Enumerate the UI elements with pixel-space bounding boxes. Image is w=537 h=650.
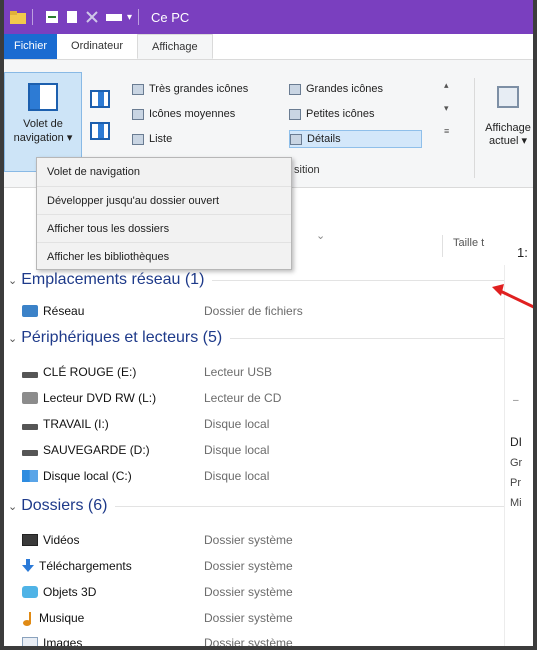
details-dash: – [513,395,519,406]
medium-icons-icon [132,108,144,120]
menu-item-developper[interactable]: Développer jusqu'au dossier ouvert [37,186,291,214]
details-label-4: Mi [510,497,522,509]
list-item[interactable]: Musique Dossier système [22,607,502,629]
details-label-1: DI [510,435,522,449]
layout-large-icons[interactable]: Grandes icônes [289,80,383,98]
delete-icon[interactable] [85,10,99,24]
tab-ordinateur[interactable]: Ordinateur [57,34,137,59]
title-separator-2 [138,9,140,25]
navigation-pane-icon [28,83,58,111]
3d-objects-icon [22,586,38,598]
details-pane-icon[interactable] [90,122,110,140]
layout-very-large-icons[interactable]: Très grandes icônes [132,80,248,98]
window-title: Ce PC [151,9,190,25]
quick-access-dropdown-icon[interactable]: ▾ [127,12,132,23]
tab-affichage[interactable]: Affichage [137,34,213,59]
large-icons-icon [289,83,301,95]
layout-details[interactable]: Détails [289,130,422,148]
chevron-down-icon[interactable]: ▾ [444,103,458,114]
layout-list[interactable]: Liste [132,130,172,148]
hard-drive-icon [22,424,38,430]
chevron-down-icon: ⌄ [8,332,18,345]
group-title: Emplacements réseau (1) [21,271,205,288]
network-icon [22,305,38,317]
title-separator [32,9,33,25]
ribbon-tabs: Fichier Ordinateur Affichage [4,34,533,60]
menu-item-tous-dossiers[interactable]: Afficher tous les dossiers [37,214,291,242]
details-value: 1: [517,245,528,260]
menu-item-volet-navigation[interactable]: Volet de navigation [37,158,291,186]
sort-chevron-icon[interactable]: ⌄ [316,229,325,242]
group-devices[interactable]: ⌄ Périphériques et lecteurs (5) [8,329,504,347]
current-view-icon [497,86,519,108]
group-title: Dossiers (6) [21,497,108,514]
group-network[interactable]: ⌄ Emplacements réseau (1) [8,271,504,289]
list-item[interactable]: Disque local (C:) Disque local [22,465,502,487]
details-label-3: Pr [510,477,521,489]
list-item[interactable]: Lecteur DVD RW (L:) Lecteur de CD [22,387,502,409]
list-item[interactable]: CLÉ ROUGE (E:) Lecteur USB [22,361,502,383]
disposition-group-label: sition [294,164,320,176]
column-separator[interactable] [442,235,443,257]
navigation-pane-label-2: navigation ▾ [13,132,73,144]
list-icon [132,133,144,145]
details-label-2: Gr [510,457,523,469]
group-divider [115,505,504,507]
hard-drive-icon [22,450,38,456]
system-drive-icon [22,470,38,482]
annotation-arrow-icon [492,284,533,309]
small-icons-icon [289,108,301,120]
more-icon[interactable]: ≡ [444,126,458,136]
new-folder-icon[interactable] [65,10,79,24]
layout-small-icons[interactable]: Petites icônes [289,105,374,123]
chevron-down-icon: ⌄ [8,274,18,287]
file-list: ⌄ Emplacements réseau (1) Réseau Dossier… [4,265,504,646]
layout-gallery-scroll[interactable]: ▴ ▾ ≡ [444,80,458,150]
list-item[interactable]: TRAVAIL (I:) Disque local [22,413,502,435]
list-item[interactable]: Images Dossier système [22,632,502,646]
download-icon [22,559,34,573]
list-item[interactable]: Réseau Dossier de fichiers [22,300,502,322]
list-item[interactable]: SAUVEGARDE (D:) Disque local [22,439,502,461]
navigation-pane-menu: Volet de navigation Développer jusqu'au … [36,157,292,270]
group-divider [212,279,504,281]
list-item[interactable]: Vidéos Dossier système [22,529,502,551]
images-folder-icon [22,637,38,646]
group-divider [230,337,504,339]
list-item[interactable]: Objets 3D Dossier système [22,581,502,603]
navigation-pane-label-1: Volet de [23,118,63,130]
chevron-up-icon[interactable]: ▴ [444,80,458,91]
layout-medium-icons[interactable]: Icônes moyennes [132,105,235,123]
explorer-window: ▾ Ce PC Fichier Ordinateur Affichage Vol… [0,0,537,650]
list-item[interactable]: Téléchargements Dossier système [22,555,502,577]
preview-pane-icon[interactable] [90,90,110,108]
column-taille[interactable]: Taille t [453,237,484,249]
music-icon [22,612,34,626]
very-large-icons-icon [132,83,144,95]
details-icon [290,133,302,145]
current-view-label-2: actuel ▾ [489,135,527,147]
group-title: Périphériques et lecteurs (5) [21,329,223,346]
current-view-button[interactable]: Affichage actuel ▾ [474,78,533,178]
folder-icon [10,11,26,24]
rename-icon[interactable] [105,10,123,24]
properties-icon[interactable] [45,10,59,24]
usb-drive-icon [22,372,38,378]
tab-fichier[interactable]: Fichier [4,34,58,59]
group-folders[interactable]: ⌄ Dossiers (6) [8,497,504,515]
title-bar: ▾ Ce PC [4,0,533,34]
videos-folder-icon [22,534,38,546]
dvd-drive-icon [22,392,38,404]
chevron-down-icon: ⌄ [8,500,18,513]
menu-item-bibliotheques[interactable]: Afficher les bibliothèques [37,242,291,270]
current-view-label-1: Affichage [485,122,531,134]
